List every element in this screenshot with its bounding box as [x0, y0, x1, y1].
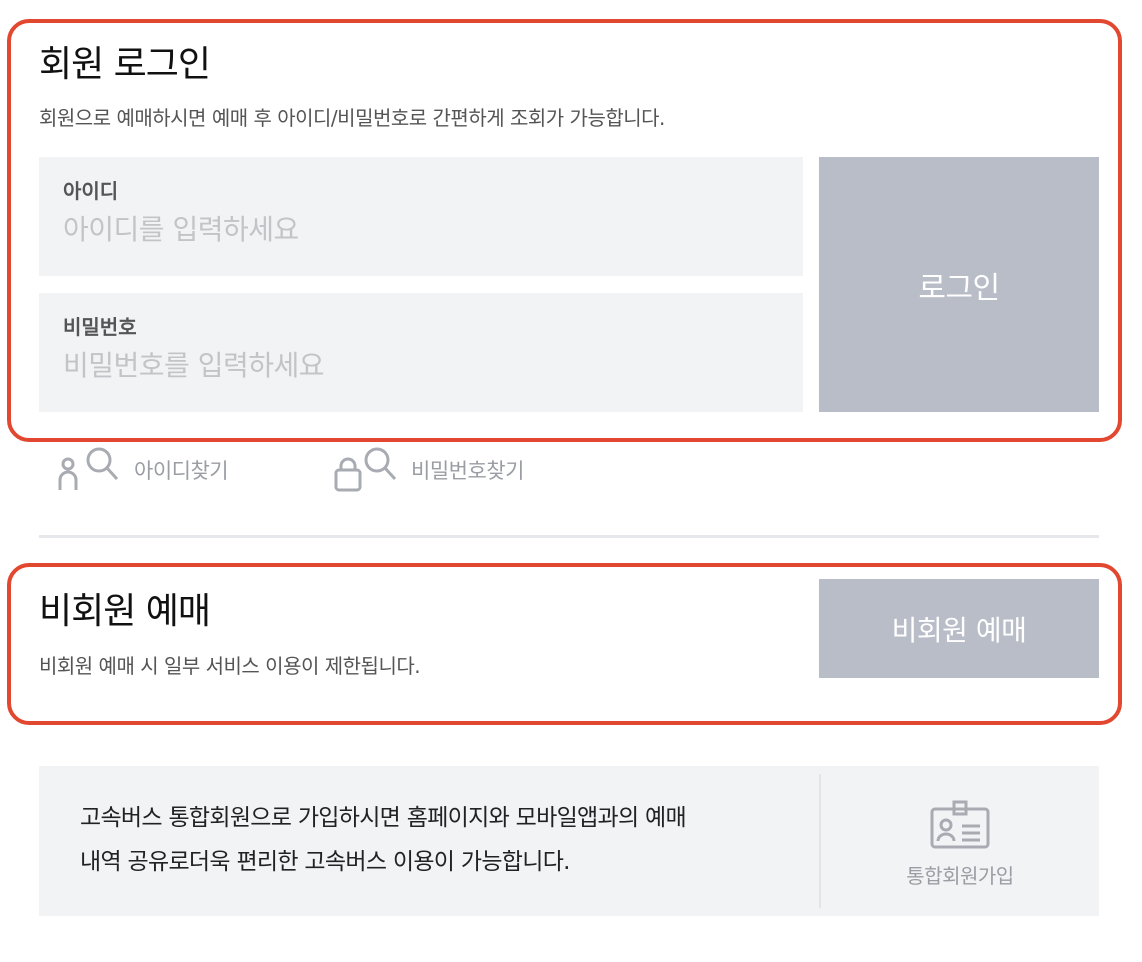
join-membership-label: 통합회원가입	[906, 863, 1014, 888]
lock-search-icon	[334, 447, 397, 492]
find-password-link[interactable]: 비밀번호찾기	[333, 442, 524, 498]
login-title: 회원 로그인	[39, 44, 211, 85]
section-divider	[39, 535, 1099, 538]
id-input[interactable]	[63, 209, 763, 249]
find-password-label: 비밀번호찾기	[411, 459, 524, 483]
person-search-icon	[58, 447, 119, 490]
password-input[interactable]	[63, 345, 763, 385]
login-description: 회원으로 예매하시면 예매 후 아이디/비밀번호로 간편하게 조회가 가능합니다…	[39, 106, 665, 130]
login-page: 회원 로그인 회원으로 예매하시면 예매 후 아이디/비밀번호로 간편하게 조회…	[0, 0, 1142, 962]
id-label: 아이디	[63, 179, 119, 203]
password-label: 비밀번호	[63, 315, 137, 339]
login-button[interactable]: 로그인	[819, 157, 1099, 412]
guest-booking-button[interactable]: 비회원 예매	[819, 579, 1099, 678]
join-description: 고속버스 통합회원으로 가입하시면 홈페이지와 모바일앱과의 예매 내역 공유로…	[80, 796, 800, 884]
find-id-link[interactable]: 아이디찾기	[56, 442, 229, 498]
id-field[interactable]: 아이디	[39, 157, 803, 276]
join-text-line-1: 고속버스 통합회원으로 가입하시면 홈페이지와 모바일앱과의 예매	[80, 805, 687, 831]
find-id-label: 아이디찾기	[134, 459, 229, 483]
id-card-icon	[930, 800, 990, 848]
guest-description: 비회원 예매 시 일부 서비스 이용이 제한됩니다.	[39, 654, 421, 678]
join-membership-button[interactable]: 통합회원가입	[821, 766, 1099, 916]
join-text-line-2: 내역 공유로더욱 편리한 고속버스 이용이 가능합니다.	[80, 849, 570, 875]
password-field[interactable]: 비밀번호	[39, 293, 803, 412]
join-panel: 고속버스 통합회원으로 가입하시면 홈페이지와 모바일앱과의 예매 내역 공유로…	[39, 766, 1099, 916]
guest-title: 비회원 예매	[39, 591, 211, 632]
